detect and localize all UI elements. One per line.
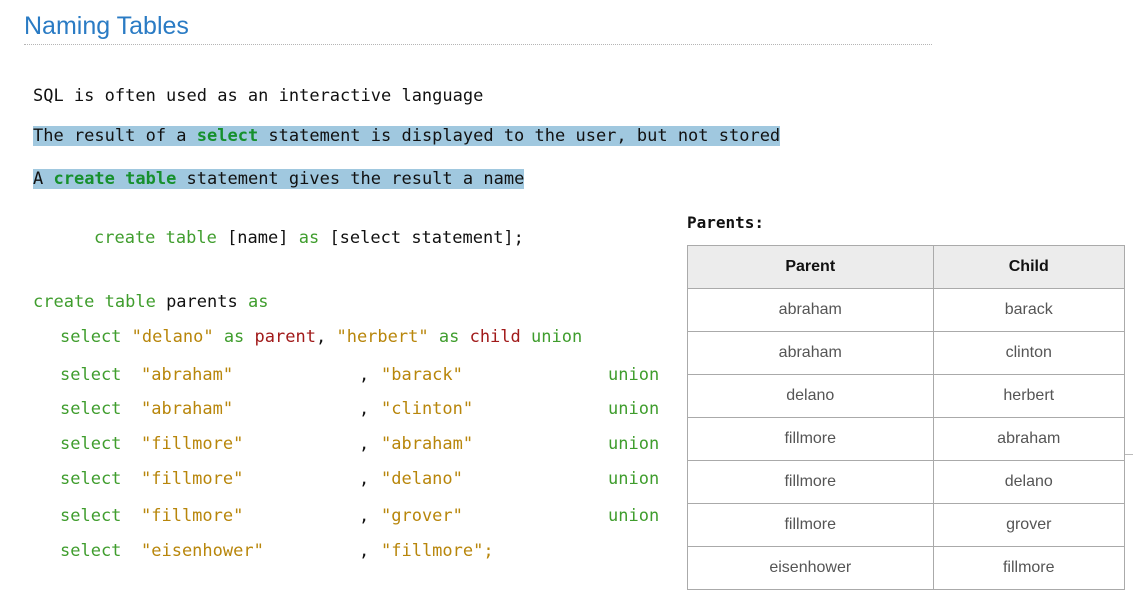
code-string: "delano"	[131, 327, 214, 347]
syntax-create-table: create table	[94, 228, 217, 248]
text-line-2: The result of a select statement is disp…	[33, 124, 781, 148]
cell-child: barack	[932, 288, 1126, 332]
code-string: "fillmore";	[381, 541, 494, 561]
code-table-name: parents	[155, 292, 248, 312]
table-row: abraham clinton	[687, 331, 1126, 375]
cell-child: clinton	[932, 331, 1126, 375]
code-create-table: create table	[33, 292, 156, 312]
header-parent: Parent	[687, 245, 934, 289]
table-header-row: Parent Child	[687, 245, 1126, 289]
code-select: select	[60, 365, 122, 385]
line3-suffix: statement gives the result a name	[176, 169, 525, 189]
title-divider	[24, 44, 932, 45]
code-union: union	[608, 365, 660, 385]
text-line-3: A create table statement gives the resul…	[33, 167, 525, 191]
code-comma: ,	[315, 327, 327, 347]
code-comma: ,	[359, 541, 370, 561]
parents-table: Parent Child abraham barack abraham clinto…	[687, 245, 1126, 590]
code-comma: ,	[359, 365, 370, 385]
highlight-create-sentence: A create table statement gives the resul…	[33, 169, 525, 189]
code-select: select	[60, 541, 122, 561]
code-as: as	[247, 292, 269, 312]
cell-parent: fillmore	[687, 503, 934, 547]
code-string: "herbert"	[336, 327, 429, 347]
slide-title: Naming Tables	[24, 12, 189, 40]
table-row: fillmore grover	[687, 503, 1126, 547]
code-column-child: child	[469, 327, 521, 347]
table-label: Parents:	[687, 213, 765, 232]
code-as: as	[438, 327, 460, 347]
syntax-name: [name]	[216, 228, 299, 248]
syntax-select: [select statement];	[319, 228, 524, 248]
create-table-syntax: create table [name] as [select statement…	[94, 226, 524, 250]
code-union: union	[608, 469, 660, 489]
code-select: select	[60, 469, 122, 489]
code-string: "abraham"	[141, 399, 234, 419]
code-string: "clinton"	[381, 399, 474, 419]
cell-child: grover	[932, 503, 1126, 547]
line2-prefix: The result of a	[33, 126, 197, 146]
table-row: eisenhower fillmore	[687, 546, 1126, 590]
cell-child: herbert	[932, 374, 1126, 418]
code-comma: ,	[359, 469, 370, 489]
code-row: select "delano" as parent, "herbert" as …	[60, 325, 582, 349]
cell-parent: abraham	[687, 288, 934, 332]
code-as: as	[223, 327, 245, 347]
code-header: create table parents as	[33, 290, 268, 314]
code-string: "eisenhower"	[141, 541, 264, 561]
cell-parent: fillmore	[687, 417, 934, 461]
code-union: union	[608, 399, 660, 419]
edge-divider	[1125, 454, 1133, 455]
text-line-1: SQL is often used as an interactive lang…	[33, 86, 484, 106]
code-union: union	[608, 506, 660, 526]
code-string: "delano"	[381, 469, 463, 489]
table-row: delano herbert	[687, 374, 1126, 418]
code-comma: ,	[359, 506, 370, 526]
code-select: select	[60, 506, 122, 526]
table-row: abraham barack	[687, 288, 1126, 332]
code-select: select	[60, 434, 122, 454]
code-select: select	[60, 327, 122, 347]
line3-prefix: A	[33, 169, 54, 189]
code-string: "abraham"	[141, 365, 234, 385]
cell-child: abraham	[932, 417, 1126, 461]
cell-parent: abraham	[687, 331, 934, 375]
code-string: "grover"	[381, 506, 463, 526]
code-select: select	[60, 399, 122, 419]
cell-parent: eisenhower	[687, 546, 934, 590]
cell-child: fillmore	[932, 546, 1126, 590]
header-child: Child	[932, 245, 1126, 289]
cell-parent: delano	[687, 374, 934, 418]
create-table-keyword: create table	[53, 169, 177, 189]
code-string: "fillmore"	[141, 434, 244, 454]
code-string: "fillmore"	[141, 469, 244, 489]
highlight-select-sentence: The result of a select statement is disp…	[33, 126, 781, 146]
code-column-parent: parent	[254, 327, 316, 347]
table-row: fillmore abraham	[687, 417, 1126, 461]
cell-parent: fillmore	[687, 460, 934, 504]
line2-suffix: statement is displayed to the user, but …	[258, 126, 781, 146]
syntax-as: as	[298, 228, 320, 248]
code-string: "fillmore"	[141, 506, 244, 526]
code-string: "abraham"	[381, 434, 474, 454]
table-row: fillmore delano	[687, 460, 1126, 504]
code-union: union	[608, 434, 660, 454]
code-union: union	[531, 327, 583, 347]
code-comma: ,	[359, 399, 370, 419]
code-comma: ,	[359, 434, 370, 454]
select-keyword: select	[196, 126, 259, 146]
code-string: "barack"	[381, 365, 463, 385]
cell-child: delano	[932, 460, 1126, 504]
